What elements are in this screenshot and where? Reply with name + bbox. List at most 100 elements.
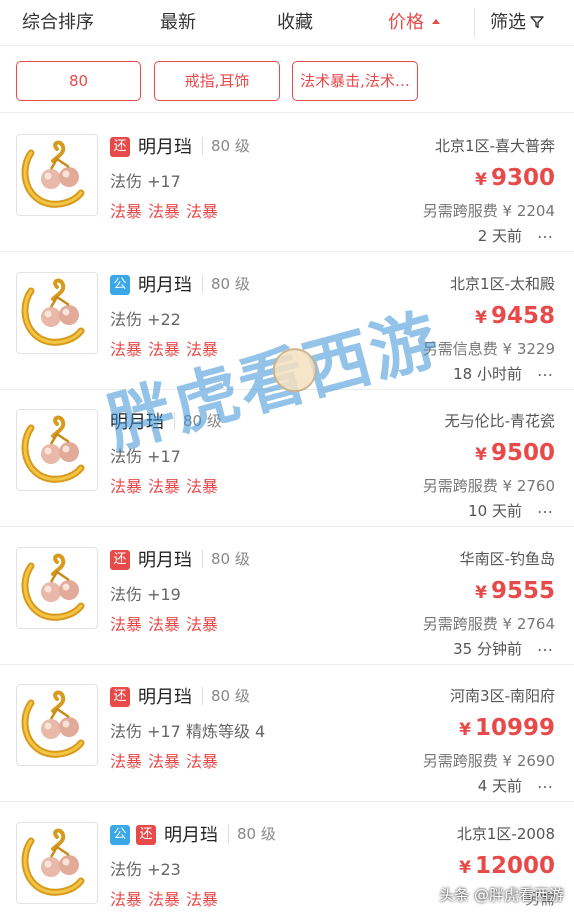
filter-chips: 80 戒指,耳饰 法术暴击,法术… — [0, 47, 574, 113]
sort-price-label: 价格 — [388, 12, 424, 33]
corner-watermark: 头条 @胖虎看西游 — [439, 886, 564, 904]
pearl-earring-icon — [21, 278, 85, 346]
listing-row[interactable]: 还明月珰 80 级法伤 +17 法暴 法暴 法暴 北京1区-喜大普奔 ¥9300 另需跨服费 … — [0, 115, 574, 252]
listing-time: 10 天前 — [468, 502, 522, 520]
item-attribute: 法伤 +17 — [110, 172, 181, 191]
public-badge: 公 — [110, 275, 130, 295]
item-tag: 法暴 — [186, 615, 219, 634]
item-level: 80 级 — [202, 687, 250, 705]
extra-fee: 另需信息费 ¥ 3229 — [422, 340, 555, 358]
item-tag: 法暴 — [148, 890, 181, 909]
funnel-icon — [530, 15, 544, 28]
item-thumbnail[interactable] — [16, 409, 98, 491]
more-options-icon[interactable]: … — [537, 773, 554, 792]
price-value: 9300 — [490, 165, 555, 191]
sort-bar: 综合排序 最新 收藏 价格 筛选 — [0, 0, 574, 46]
item-tag: 法暴 — [148, 202, 181, 221]
item-price: ¥12000 — [459, 853, 555, 879]
more-options-icon[interactable]: … — [537, 498, 554, 517]
filter-chip-level[interactable]: 80 — [16, 61, 141, 101]
item-tags: 法暴 法暴 法暴 — [110, 886, 224, 910]
currency-symbol: ¥ — [475, 583, 487, 603]
currency-symbol: ¥ — [475, 170, 487, 190]
price-value: 12000 — [474, 853, 555, 879]
filter-button[interactable]: 筛选 — [490, 0, 544, 46]
item-thumbnail[interactable] — [16, 272, 98, 354]
server-name: 无与伦比-青花瓷 — [444, 412, 555, 430]
listing-row[interactable]: 明月珰 80 级法伤 +17 法暴 法暴 法暴 无与伦比-青花瓷 ¥9500 另需跨服费 ¥ … — [0, 390, 574, 527]
currency-symbol: ¥ — [475, 308, 487, 328]
filter-chip-attributes[interactable]: 法术暴击,法术… — [292, 61, 418, 101]
listing-time: 2 天前 — [477, 227, 522, 245]
item-name: 明月珰 — [110, 412, 164, 433]
item-thumbnail[interactable] — [16, 134, 98, 216]
sort-newest[interactable]: 最新 — [160, 0, 196, 46]
pearl-earring-icon — [21, 553, 85, 621]
return-badge: 还 — [110, 687, 130, 707]
item-price: ¥9500 — [475, 440, 555, 466]
more-options-icon[interactable]: … — [537, 361, 554, 380]
item-price: ¥9458 — [475, 303, 555, 329]
item-attribute: 法伤 +17 — [110, 447, 181, 466]
extra-fee: 另需跨服费 ¥ 2760 — [422, 477, 555, 495]
item-attribute: 法伤 +19 — [110, 585, 181, 604]
return-badge: 还 — [110, 137, 130, 157]
currency-symbol: ¥ — [459, 720, 471, 740]
item-name: 明月珰 — [138, 550, 192, 571]
extra-fee: 另需跨服费 ¥ 2204 — [422, 202, 555, 220]
more-options-icon[interactable]: … — [537, 223, 554, 242]
price-value: 10999 — [474, 715, 555, 741]
item-price: ¥9555 — [475, 578, 555, 604]
public-badge: 公 — [110, 825, 130, 845]
price-value: 9500 — [490, 440, 555, 466]
item-tags: 法暴 法暴 法暴 — [110, 473, 224, 497]
pearl-earring-icon — [21, 690, 85, 758]
pearl-earring-icon — [21, 415, 85, 483]
currency-symbol: ¥ — [459, 858, 471, 878]
sort-price[interactable]: 价格 — [388, 0, 440, 46]
listing-row[interactable]: 还明月珰 80 级法伤 +19 法暴 法暴 法暴 华南区-钓鱼岛 ¥9555 另需跨服费 ¥ … — [0, 528, 574, 665]
caret-up-icon — [432, 19, 440, 24]
item-tag: 法暴 — [110, 340, 143, 359]
currency-symbol: ¥ — [475, 445, 487, 465]
filter-label: 筛选 — [490, 12, 526, 33]
sort-comprehensive[interactable]: 综合排序 — [22, 0, 94, 46]
listing-time: 18 小时前 — [453, 365, 522, 383]
item-tag: 法暴 — [110, 477, 143, 496]
more-options-icon[interactable]: … — [537, 636, 554, 655]
listing-time: 35 分钟前 — [453, 640, 522, 658]
item-thumbnail[interactable] — [16, 547, 98, 629]
server-name: 北京1区-喜大普奔 — [435, 137, 555, 155]
item-tags: 法暴 法暴 法暴 — [110, 748, 224, 772]
item-tag: 法暴 — [110, 202, 143, 221]
item-level: 80 级 — [174, 412, 222, 430]
item-tags: 法暴 法暴 法暴 — [110, 198, 224, 222]
item-thumbnail[interactable] — [16, 822, 98, 904]
sort-favorites[interactable]: 收藏 — [277, 0, 313, 46]
item-tag: 法暴 — [148, 615, 181, 634]
item-tag: 法暴 — [186, 340, 219, 359]
item-name: 明月珰 — [138, 275, 192, 296]
listing-row[interactable]: 还明月珰 80 级法伤 +17 精炼等级 4 法暴 法暴 法暴 河南3区-南阳府 ¥1099… — [0, 665, 574, 802]
item-tag: 法暴 — [186, 477, 219, 496]
item-name: 明月珰 — [138, 687, 192, 708]
extra-fee: 另需跨服费 ¥ 2764 — [422, 615, 555, 633]
item-attribute: 法伤 +22 — [110, 310, 181, 329]
item-thumbnail[interactable] — [16, 684, 98, 766]
filter-chip-type[interactable]: 戒指,耳饰 — [154, 61, 280, 101]
item-tag: 法暴 — [186, 890, 219, 909]
item-name: 明月珰 — [164, 825, 218, 846]
server-name: 华南区-钓鱼岛 — [459, 550, 555, 568]
pearl-earring-icon — [21, 140, 85, 208]
listing-row[interactable]: 公明月珰 80 级法伤 +22 法暴 法暴 法暴 北京1区-太和殿 ¥9458 另需信息费 ¥… — [0, 253, 574, 390]
item-tags: 法暴 法暴 法暴 — [110, 336, 224, 360]
item-tag: 法暴 — [148, 340, 181, 359]
item-tags: 法暴 法暴 法暴 — [110, 611, 224, 635]
sort-divider — [474, 8, 475, 38]
item-name: 明月珰 — [138, 137, 192, 158]
item-tag: 法暴 — [148, 477, 181, 496]
item-attribute: 法伤 +17 精炼等级 4 — [110, 722, 266, 741]
item-level: 80 级 — [202, 137, 250, 155]
server-name: 河南3区-南阳府 — [450, 687, 555, 705]
price-value: 9555 — [490, 578, 555, 604]
